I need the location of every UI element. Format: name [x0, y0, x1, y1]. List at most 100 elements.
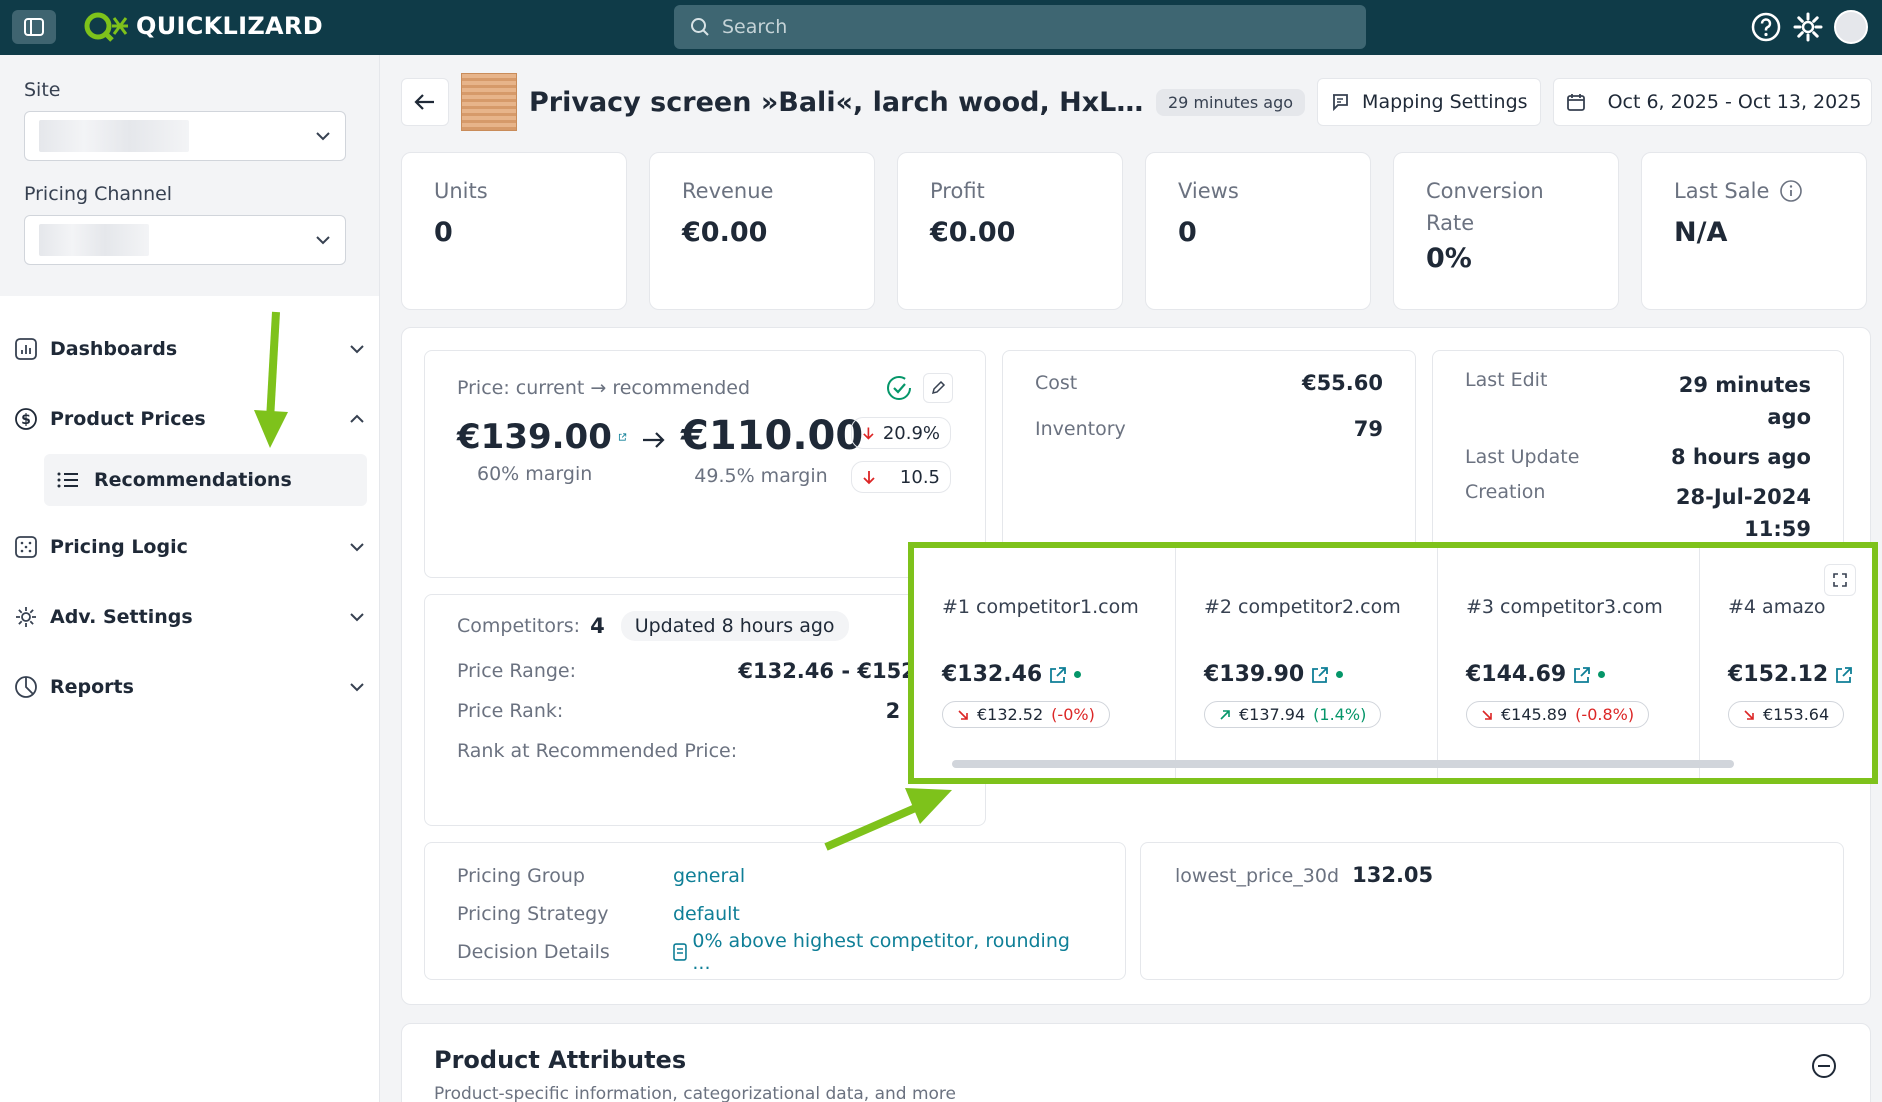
- lowest-price-label: lowest_price_30d: [1175, 865, 1340, 887]
- stat-card-profit: Profit €0.00: [897, 152, 1123, 310]
- competitor-card[interactable]: #1 competitor1.com €132.46 €132.52 (-0%): [914, 548, 1176, 778]
- stat-card-last-sale: Last Sale N/A: [1641, 152, 1867, 310]
- competitor-list: #1 competitor1.com €132.46 €132.52 (-0%)…: [914, 548, 1872, 778]
- chevron-down-icon: [350, 345, 364, 354]
- competitor-card[interactable]: #2 competitor2.com €139.90 €137.94 (1.4%…: [1176, 548, 1438, 778]
- sidebar-toggle-button[interactable]: [12, 10, 56, 44]
- competitors-updated-badge: Updated 8 hours ago: [620, 611, 849, 641]
- inventory-value: 79: [1353, 417, 1383, 441]
- dollar-circle-icon: $: [15, 408, 37, 430]
- sidebar-item-pricing-logic[interactable]: Pricing Logic: [0, 512, 379, 582]
- competitor-price: €139.90: [1204, 662, 1305, 687]
- sidebar-item-label: Pricing Logic: [50, 536, 188, 558]
- competitor-prev-price: €145.89: [1501, 705, 1568, 724]
- search-input[interactable]: [722, 16, 1322, 38]
- updated-badge: 29 minutes ago: [1156, 88, 1306, 116]
- mapping-settings-button[interactable]: Mapping Settings: [1317, 78, 1541, 126]
- rec-rank-label: Rank at Recommended Price:: [457, 740, 738, 762]
- pricing-info-card: Pricing Group general Pricing Strategy def…: [424, 842, 1126, 980]
- decision-details-label: Decision Details: [457, 941, 610, 963]
- price-change-percent-value: 20.9%: [882, 422, 940, 444]
- price-card: Price: current → recommended €139.00 60%…: [424, 350, 986, 578]
- external-link-icon[interactable]: [1310, 665, 1330, 685]
- sidebar-nav: Dashboards $ Product Prices Recommendati…: [0, 296, 379, 722]
- external-link-icon[interactable]: [618, 427, 627, 447]
- info-icon[interactable]: [1779, 179, 1803, 203]
- date-range-picker[interactable]: Oct 6, 2025 - Oct 13, 2025: [1552, 78, 1873, 126]
- site-label: Site: [24, 79, 61, 101]
- gear-icon[interactable]: [1792, 11, 1824, 43]
- competitor-prev-price: €153.64: [1763, 705, 1830, 724]
- lowest-price-card: lowest_price_30d 132.05: [1140, 842, 1844, 980]
- competitor-card[interactable]: #3 competitor3.com €144.69 €145.89 (-0.8…: [1438, 548, 1700, 778]
- stat-value: 0: [1178, 217, 1197, 248]
- lowest-price-value: 132.05: [1352, 863, 1434, 887]
- competitor-price: €132.46: [942, 662, 1043, 687]
- inventory-label: Inventory: [1035, 418, 1126, 440]
- sidebar-item-reports[interactable]: Reports: [0, 652, 379, 722]
- trend-down-icon: [958, 709, 968, 720]
- external-link-icon[interactable]: [1048, 665, 1068, 685]
- stat-label: Views: [1178, 179, 1239, 203]
- collapse-icon[interactable]: [1810, 1052, 1838, 1080]
- carousel-scrollbar[interactable]: [952, 760, 1734, 768]
- status-dot: [1598, 671, 1606, 678]
- sidebar-item-label: Adv. Settings: [50, 606, 193, 628]
- dice-icon: [15, 536, 37, 558]
- last-update-label: Last Update: [1465, 446, 1580, 468]
- help-icon[interactable]: [1750, 11, 1782, 43]
- expand-button[interactable]: [1824, 564, 1856, 596]
- cost-value: €55.60: [1301, 371, 1383, 395]
- brand-logo[interactable]: QUICKLIZARD: [82, 8, 323, 44]
- arrow-left-icon: [414, 94, 434, 110]
- competitor-change-chip: €132.52 (-0%): [942, 701, 1110, 728]
- pricing-group-link[interactable]: general: [673, 865, 745, 887]
- competitor-change-chip: €145.89 (-0.8%): [1466, 701, 1650, 728]
- check-circle-icon[interactable]: [885, 374, 913, 402]
- competitor-change-chip: €153.64: [1728, 701, 1845, 728]
- cog-icon: [16, 607, 36, 627]
- competitor-name: #1 competitor1.com: [942, 596, 1139, 618]
- competitor-change-pct: (-0%): [1051, 705, 1095, 724]
- sidebar-toggle-icon: [24, 18, 44, 36]
- search-icon: [691, 18, 709, 36]
- trend-down-icon: [1744, 709, 1754, 720]
- recommended-margin: 49.5% margin: [694, 465, 828, 487]
- pricing-strategy-link[interactable]: default: [673, 903, 740, 925]
- document-icon: [673, 943, 688, 961]
- back-button[interactable]: [401, 78, 449, 126]
- price-change-percent: 20.9%: [851, 417, 951, 449]
- arrow-right-icon: [643, 432, 665, 448]
- chevron-down-icon: [350, 683, 364, 692]
- sidebar-item-dashboards[interactable]: Dashboards: [0, 314, 379, 384]
- decision-details-link[interactable]: 0% above highest competitor, rounding ..…: [692, 930, 1093, 974]
- channel-select[interactable]: [24, 215, 346, 265]
- status-dot: [1074, 671, 1082, 678]
- cost-label: Cost: [1035, 372, 1078, 394]
- pricing-strategy-label: Pricing Strategy: [457, 903, 609, 925]
- detail-panel: Price: current → recommended €139.00 60%…: [401, 327, 1878, 1005]
- search-bar[interactable]: [674, 5, 1366, 49]
- trend-down-icon: [1482, 709, 1492, 720]
- site-select[interactable]: [24, 111, 346, 161]
- stat-label: Conversion Rate: [1426, 179, 1544, 235]
- price-rank-label: Price Rank:: [457, 700, 564, 722]
- pie-chart-icon: [15, 676, 37, 698]
- external-link-icon[interactable]: [1572, 665, 1592, 685]
- product-thumbnail[interactable]: [461, 73, 517, 131]
- sidebar-item-adv-settings[interactable]: Adv. Settings: [0, 582, 379, 652]
- sidebar-item-recommendations[interactable]: Recommendations: [44, 454, 367, 506]
- sidebar-item-product-prices[interactable]: $ Product Prices: [0, 384, 379, 454]
- competitor-price: €144.69: [1466, 662, 1567, 687]
- stat-value: €0.00: [682, 217, 768, 248]
- trend-up-icon: [1220, 709, 1230, 720]
- chevron-down-icon: [316, 132, 330, 141]
- competitor-price: €152.12: [1728, 662, 1829, 687]
- external-link-icon[interactable]: [1834, 665, 1854, 685]
- stats-row: Units 0 Revenue €0.00 Profit €0.00 Views 0 C…: [401, 152, 1867, 310]
- status-dot: [1336, 671, 1344, 678]
- user-avatar[interactable]: [1834, 10, 1868, 44]
- edit-price-button[interactable]: [923, 373, 953, 403]
- site-value-redacted: [39, 120, 189, 152]
- competitor-name: #3 competitor3.com: [1466, 596, 1663, 618]
